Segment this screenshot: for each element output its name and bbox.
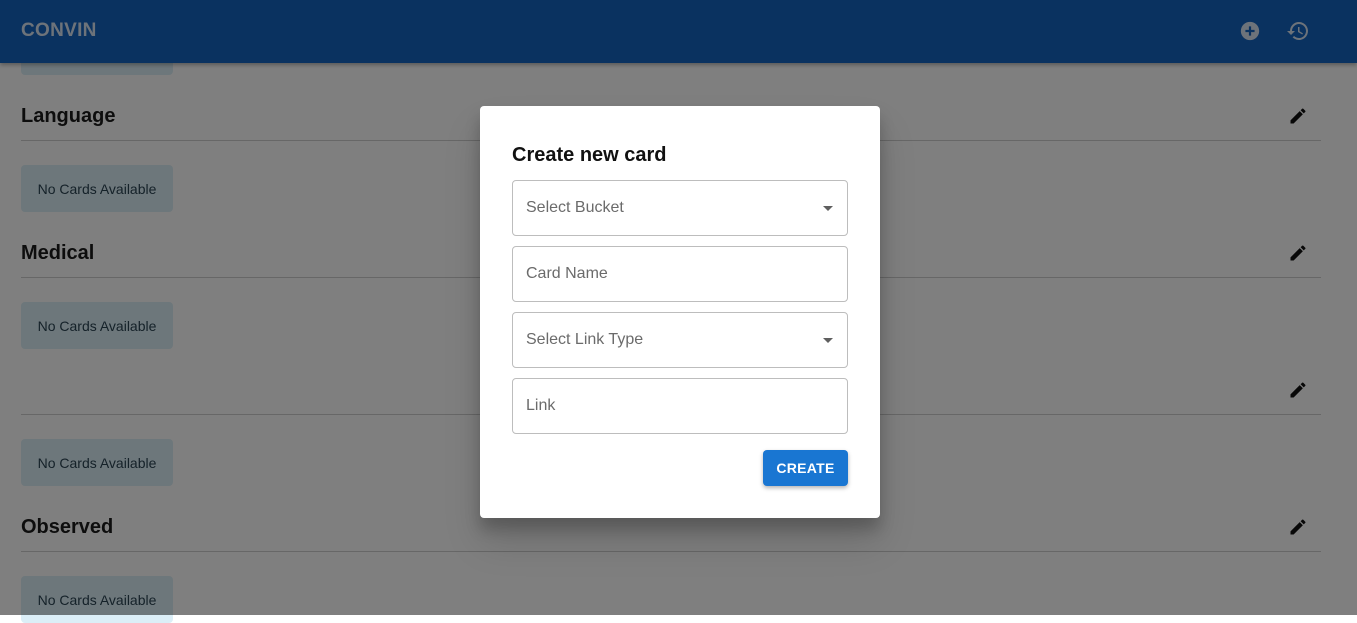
dropdown-arrow-icon: [823, 206, 833, 211]
dialog-title: Create new card: [512, 144, 667, 166]
link-input[interactable]: Link: [512, 378, 848, 434]
dropdown-arrow-icon: [823, 338, 833, 343]
create-button[interactable]: CREATE: [763, 450, 848, 486]
select-bucket-dropdown[interactable]: Select Bucket: [512, 180, 848, 236]
select-link-type-dropdown[interactable]: Select Link Type: [512, 312, 848, 368]
card-name-placeholder: Card Name: [526, 265, 608, 282]
select-link-type-placeholder: Select Link Type: [526, 331, 644, 348]
card-name-input[interactable]: Card Name: [512, 246, 848, 302]
select-bucket-placeholder: Select Bucket: [526, 199, 624, 216]
link-placeholder: Link: [526, 397, 556, 414]
create-card-dialog: Create new card Select Bucket Card Name …: [480, 106, 880, 518]
